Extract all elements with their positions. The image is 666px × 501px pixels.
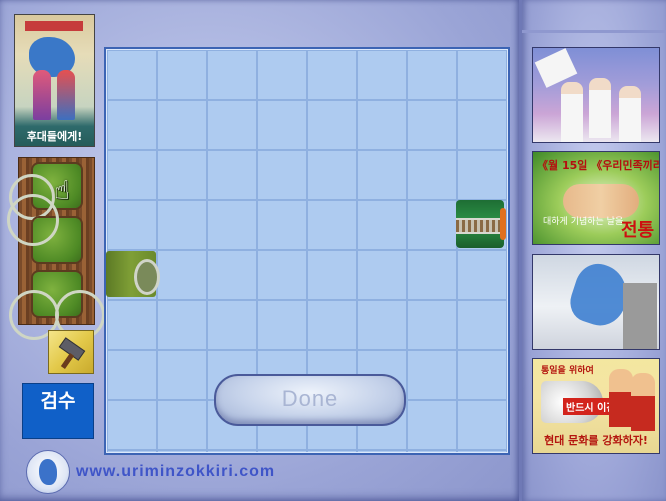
- banner-handshake[interactable]: 《월 15일 《우리민족끼리의 날》 대하게 기념하는 날을 전통화: [532, 151, 660, 245]
- hammer-button[interactable]: [48, 330, 94, 374]
- poster-image: 후대들에게!: [14, 14, 95, 147]
- done-button-label: Done: [281, 386, 339, 411]
- palette-tile-cross[interactable]: [9, 272, 105, 340]
- poster-title-strip: [25, 21, 83, 31]
- banner-handshake-title: 《월 15일 《우리민족끼리의 날》: [537, 159, 659, 172]
- right-panel-top-rule: [522, 30, 666, 33]
- rail-track: [456, 218, 504, 234]
- end-rail-piece: [456, 200, 506, 248]
- hammer-handle: [60, 353, 75, 369]
- poster-caption: 후대들에게!: [26, 130, 83, 143]
- banner-figure: [631, 373, 655, 431]
- banner-handshake-subtitle: 대하게 기념하는 날을: [543, 217, 624, 227]
- banner-rally[interactable]: [532, 47, 660, 143]
- handshake-image: [563, 184, 639, 218]
- check-button-label: 검수: [40, 390, 76, 412]
- check-button[interactable]: 검수: [22, 383, 94, 439]
- logo-icon[interactable]: [26, 450, 70, 494]
- megaphone-icon: 반드시 이긴다: [541, 381, 628, 423]
- building: [623, 283, 657, 349]
- poster-figure-left: [33, 70, 51, 120]
- banner-figure: [589, 78, 611, 138]
- game-board[interactable]: Done: [104, 47, 510, 455]
- banner-handshake-big-text: 전통화: [621, 220, 655, 241]
- start-tunnel-piece: [106, 251, 160, 297]
- rail-end-cap: [500, 208, 506, 240]
- banner-unification-flag[interactable]: [532, 254, 660, 350]
- banner-figure: [619, 86, 641, 142]
- banner-megaphone-bottom: 현대 문화를 강화하자!: [544, 434, 648, 447]
- tunnel-opening: [134, 259, 160, 295]
- banner-figure: [609, 369, 633, 427]
- banner-figure: [561, 82, 583, 142]
- banner-megaphone[interactable]: 통일을 위하여 반드시 이긴다 현대 문화를 강화하자!: [532, 358, 660, 454]
- palette-tile-curve[interactable]: [7, 194, 81, 262]
- done-button[interactable]: Done: [214, 374, 406, 426]
- site-link[interactable]: www.uriminzokkiri.com: [76, 463, 275, 481]
- poster-figure-right: [57, 70, 75, 120]
- rail-arc: [7, 194, 59, 246]
- logo-map: [39, 459, 57, 485]
- hand-cursor-icon: ☝: [54, 176, 70, 206]
- banner-megaphone-top: 통일을 위하여: [541, 366, 594, 376]
